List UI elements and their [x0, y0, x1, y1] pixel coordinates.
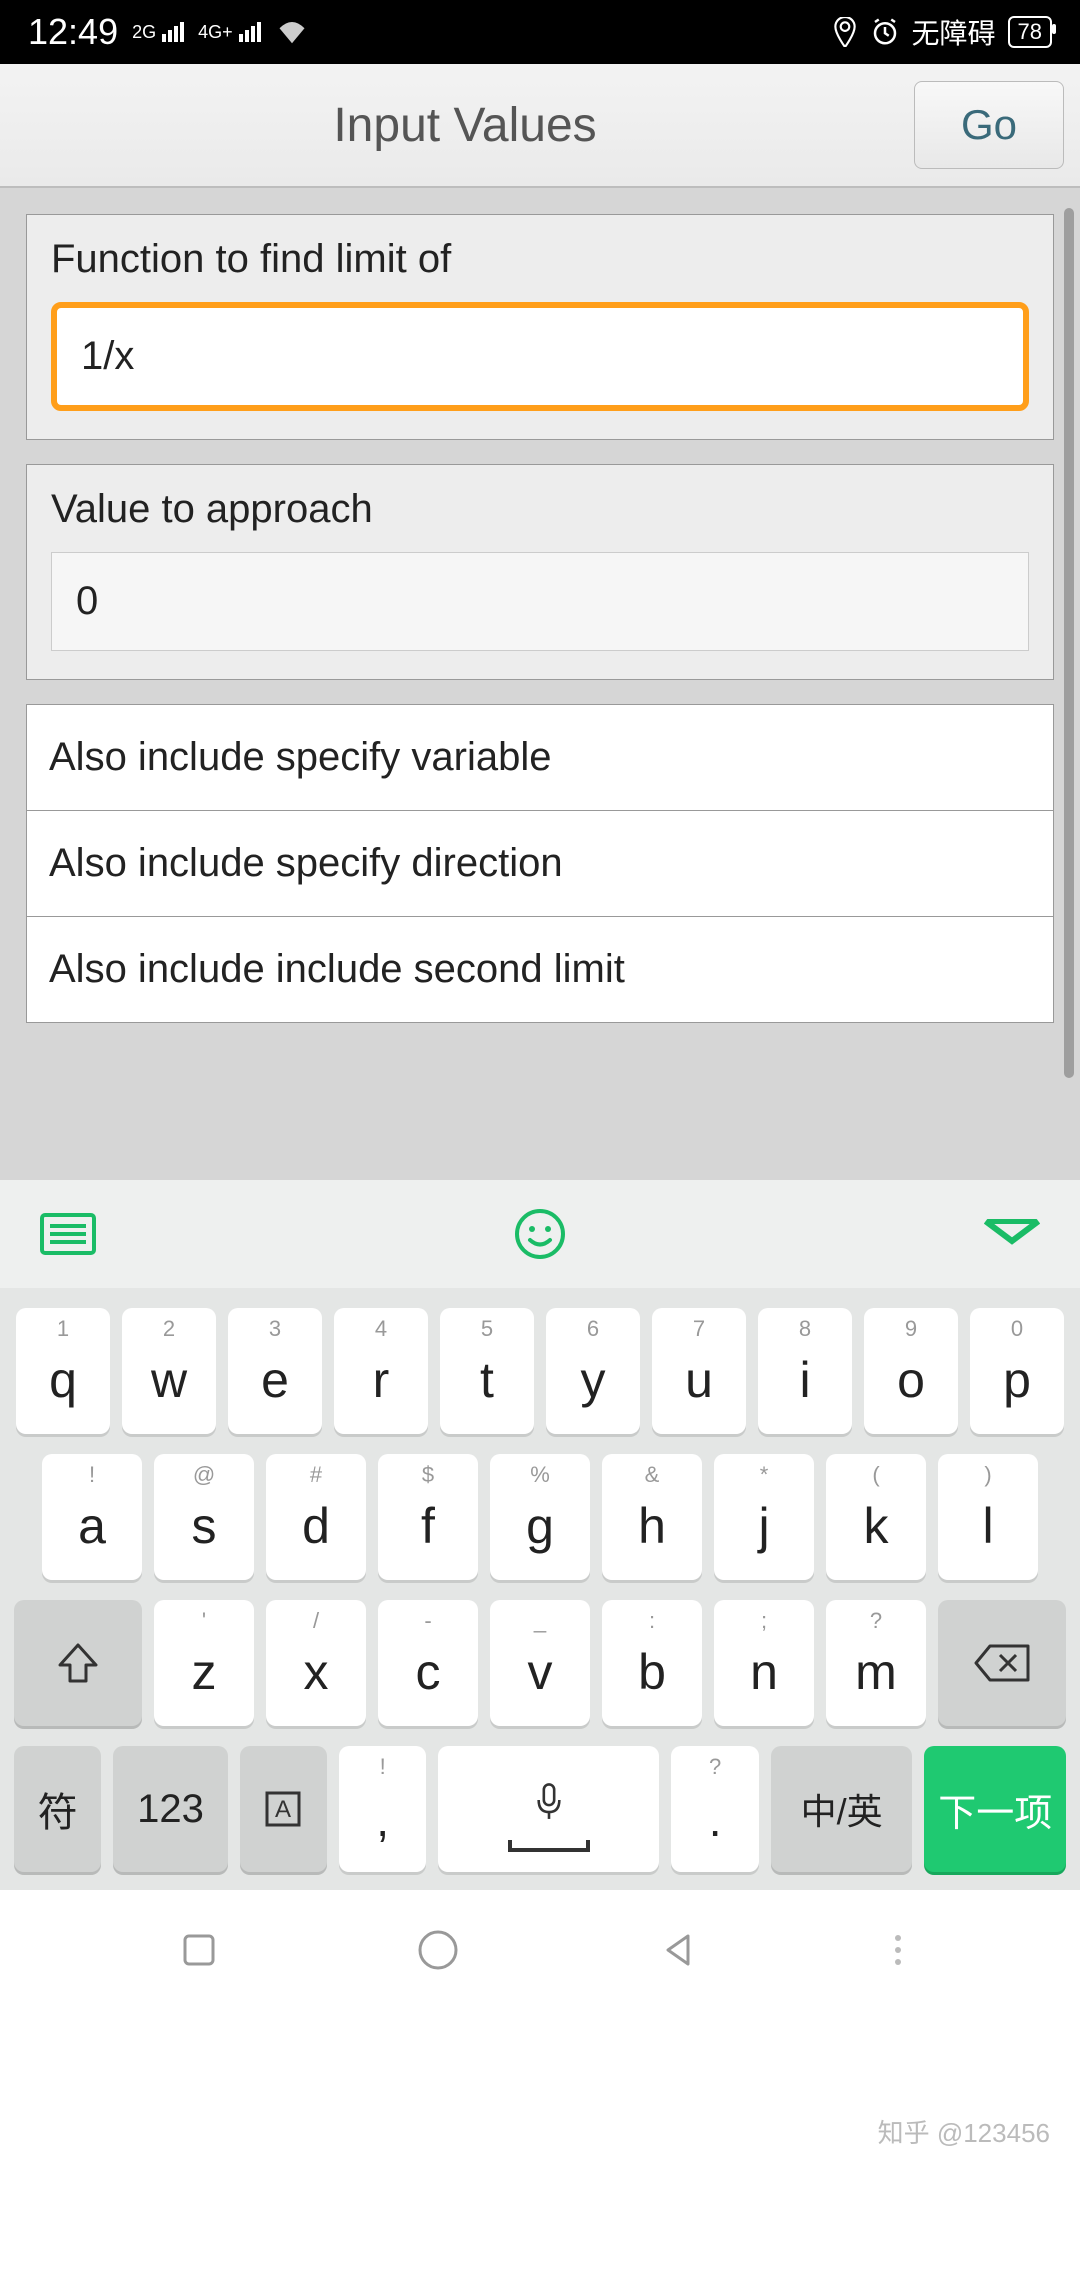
key-r[interactable]: 4r	[334, 1308, 428, 1434]
key-x[interactable]: /x	[266, 1600, 366, 1726]
wifi-icon	[277, 20, 307, 44]
function-label: Function to find limit of	[51, 237, 1029, 282]
value-input[interactable]: 0	[51, 552, 1029, 651]
more-button[interactable]	[895, 1935, 901, 1965]
key-p[interactable]: 0p	[970, 1308, 1064, 1434]
key-k[interactable]: (k	[826, 1454, 926, 1580]
network-2g-label: 2G	[132, 22, 156, 43]
go-button[interactable]: Go	[914, 81, 1064, 169]
emoji-icon[interactable]	[513, 1207, 567, 1261]
keyboard-layout-icon[interactable]	[40, 1213, 96, 1255]
page-title: Input Values	[16, 98, 914, 153]
signal-bars-icon	[162, 22, 184, 42]
number-key[interactable]: 123	[113, 1746, 227, 1872]
key-b[interactable]: :b	[602, 1600, 702, 1726]
key-n[interactable]: ;n	[714, 1600, 814, 1726]
space-mic-key[interactable]	[438, 1746, 659, 1872]
network-4g-label: 4G+	[198, 22, 233, 43]
recent-apps-button[interactable]	[179, 1930, 219, 1970]
function-input[interactable]: 1/x	[51, 302, 1029, 411]
status-time: 12:49	[28, 11, 118, 53]
backspace-key[interactable]	[938, 1600, 1066, 1726]
value-label: Value to approach	[51, 487, 1029, 532]
key-q[interactable]: 1q	[16, 1308, 110, 1434]
key-a[interactable]: !a	[42, 1454, 142, 1580]
key-s[interactable]: @s	[154, 1454, 254, 1580]
key-i[interactable]: 8i	[758, 1308, 852, 1434]
options-list: Also include specify variable Also inclu…	[26, 704, 1054, 1023]
key-y[interactable]: 6y	[546, 1308, 640, 1434]
option-specify-direction[interactable]: Also include specify direction	[27, 811, 1053, 917]
back-button[interactable]	[658, 1930, 698, 1970]
key-l[interactable]: )l	[938, 1454, 1038, 1580]
alarm-icon	[870, 17, 900, 47]
key-z[interactable]: 'z	[154, 1600, 254, 1726]
key-j[interactable]: *j	[714, 1454, 814, 1580]
system-nav-bar	[0, 1890, 1080, 2010]
home-button[interactable]	[416, 1928, 460, 1972]
app-header: Input Values Go	[0, 64, 1080, 188]
scrollbar[interactable]	[1064, 208, 1074, 1078]
shift-key[interactable]	[14, 1600, 142, 1726]
key-t[interactable]: 5t	[440, 1308, 534, 1434]
key-h[interactable]: &h	[602, 1454, 702, 1580]
function-card: Function to find limit of 1/x	[26, 214, 1054, 440]
accessibility-label: 无障碍	[912, 12, 996, 52]
period-key[interactable]: ? .	[671, 1746, 758, 1872]
keyboard-toolbar	[0, 1180, 1080, 1288]
option-specify-variable[interactable]: Also include specify variable	[27, 705, 1053, 811]
form-content: Function to find limit of 1/x Value to a…	[0, 188, 1080, 1180]
signal-bars-icon	[239, 22, 261, 42]
chevron-down-icon[interactable]	[984, 1219, 1040, 1249]
soft-keyboard: 1q2w3e4r5t6y7u8i9o0p !a@s#d$f%g&h*j(k)l …	[0, 1288, 1080, 1890]
battery-indicator: 78	[1008, 16, 1052, 48]
key-m[interactable]: ?m	[826, 1600, 926, 1726]
option-second-limit[interactable]: Also include include second limit	[27, 917, 1053, 1022]
watermark: 知乎 @123456	[878, 2113, 1050, 2150]
key-f[interactable]: $f	[378, 1454, 478, 1580]
location-icon	[832, 17, 858, 47]
status-bar: 12:49 2G 4G+ 无障碍 78	[0, 0, 1080, 64]
key-v[interactable]: _v	[490, 1600, 590, 1726]
key-e[interactable]: 3e	[228, 1308, 322, 1434]
key-g[interactable]: %g	[490, 1454, 590, 1580]
key-u[interactable]: 7u	[652, 1308, 746, 1434]
value-card: Value to approach 0	[26, 464, 1054, 680]
key-w[interactable]: 2w	[122, 1308, 216, 1434]
svg-text:A: A	[275, 1796, 291, 1823]
enter-key[interactable]: 下一项	[924, 1746, 1066, 1872]
key-c[interactable]: -c	[378, 1600, 478, 1726]
key-o[interactable]: 9o	[864, 1308, 958, 1434]
symbol-key[interactable]: 符	[14, 1746, 101, 1872]
case-toggle-key[interactable]: A	[240, 1746, 327, 1872]
key-d[interactable]: #d	[266, 1454, 366, 1580]
language-toggle-key[interactable]: 中/英	[771, 1746, 913, 1872]
comma-key[interactable]: ! ,	[339, 1746, 426, 1872]
